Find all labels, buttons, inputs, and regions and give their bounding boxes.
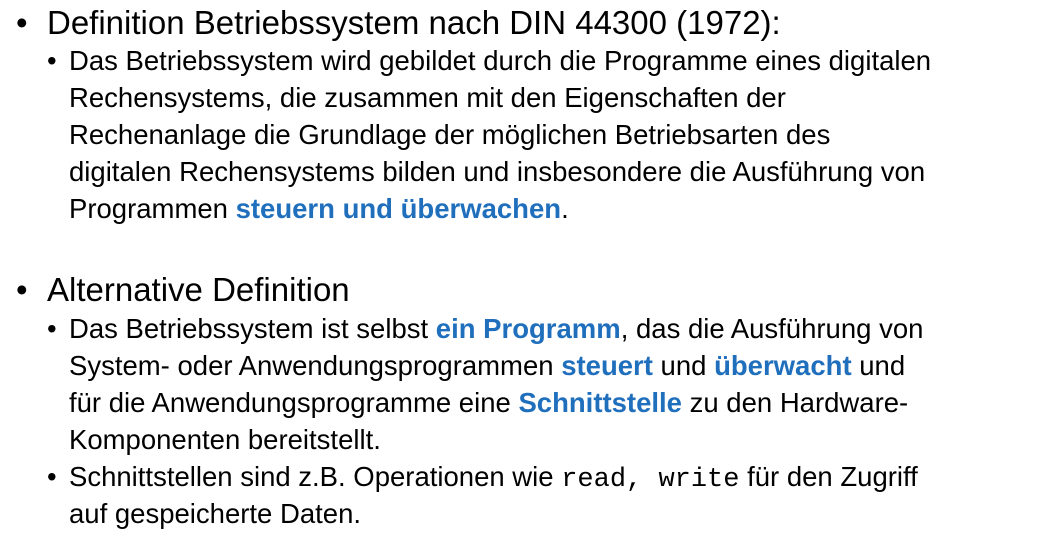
bullet-dot: • xyxy=(47,461,57,492)
text-run: und xyxy=(851,350,906,381)
section1-heading: Definition Betriebssystem nach DIN 44300… xyxy=(47,4,781,41)
code-read: read, xyxy=(561,465,643,495)
slide: • Definition Betriebssystem nach DIN 443… xyxy=(0,0,1057,544)
section2-sub1-line3: für die Anwendungsprogramme eine Schnitt… xyxy=(69,384,908,421)
text-run: . xyxy=(561,193,569,224)
section2-sub1-line2: System- oder Anwendungsprogrammen steuer… xyxy=(69,347,905,384)
highlight-schnittstelle: Schnittstelle xyxy=(518,387,682,418)
code-gap xyxy=(642,465,658,495)
text-run: Schnittstellen sind z.B. Operationen wie xyxy=(69,461,562,492)
section2-sub2-line2: auf gespeicherte Daten. xyxy=(69,498,361,529)
bullet-dot: • xyxy=(47,45,57,76)
section2-heading: Alternative Definition xyxy=(47,271,350,308)
text-run: , das die Ausführung von xyxy=(620,313,924,344)
section1-sub-line5: Programmen steuern und überwachen. xyxy=(69,190,569,227)
text-run: für die Anwendungsprogramme eine xyxy=(69,387,519,418)
text-run: Programmen xyxy=(69,193,236,224)
section1-sub-line4: digitalen Rechensystems bilden und insbe… xyxy=(69,156,926,187)
section1-sub-line2: Rechensystems, die zusammen mit den Eige… xyxy=(69,82,786,113)
section2-sub2-line1: Schnittstellen sind z.B. Operationen wie… xyxy=(69,458,918,499)
text-run: für den Zugriff xyxy=(739,461,918,492)
highlight-ein-programm: ein Programm xyxy=(435,313,621,344)
bullet-dot: • xyxy=(16,271,28,308)
highlight-steuern-ueberwachen: steuern und überwachen xyxy=(235,193,562,224)
section2-sub1-line1: Das Betriebssystem ist selbst ein Progra… xyxy=(69,310,923,347)
code-write: write xyxy=(658,465,740,495)
bullet-dot: • xyxy=(16,4,28,41)
section1-sub-line3: Rechenanlage die Grundlage der möglichen… xyxy=(69,119,831,150)
text-run: System- oder Anwendungsprogrammen xyxy=(69,350,562,381)
bullet-dot: • xyxy=(47,313,57,344)
text-run: und xyxy=(652,350,715,381)
text-run: Das Betriebssystem ist selbst xyxy=(69,313,436,344)
text-run: zu den Hardware- xyxy=(681,387,909,418)
highlight-ueberwacht: überwacht xyxy=(714,350,852,381)
section2-sub1-line4: Komponenten bereitstellt. xyxy=(69,424,381,455)
highlight-steuert: steuert xyxy=(561,350,653,381)
section1-sub-line1: Das Betriebssystem wird gebildet durch d… xyxy=(69,45,932,76)
